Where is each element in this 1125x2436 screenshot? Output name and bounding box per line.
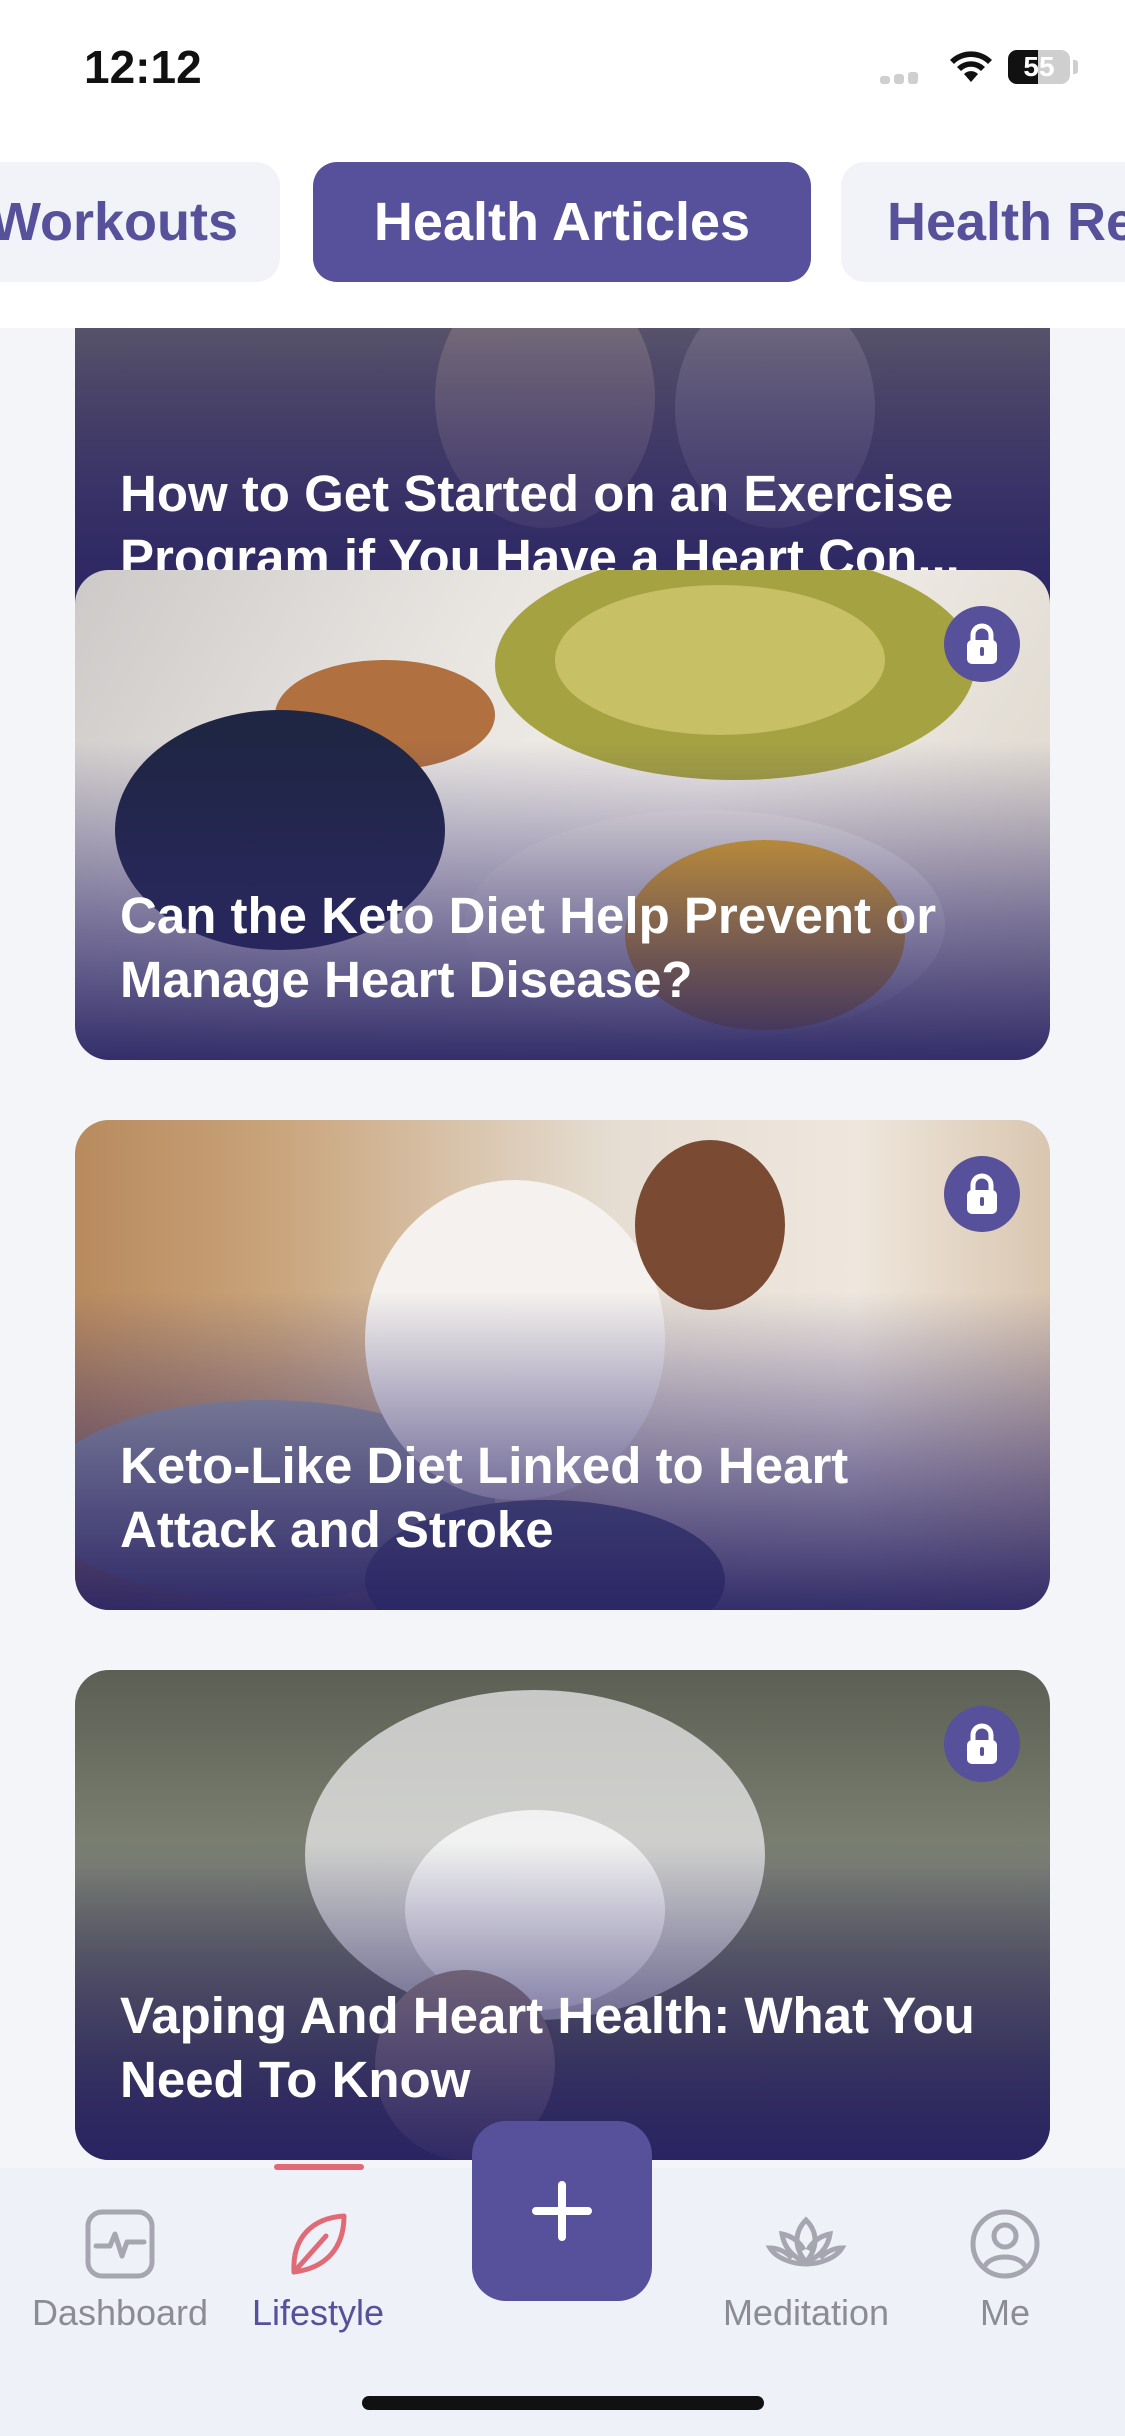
active-tab-indicator	[274, 2164, 364, 2170]
nav-label: Me	[979, 2292, 1030, 2333]
cellular-signal-icon	[880, 72, 930, 84]
lotus-icon	[765, 2216, 847, 2267]
lock-icon	[944, 606, 1020, 682]
article-feed: How to Get Started on an Exercise Progra…	[0, 328, 1125, 2168]
plus-icon	[532, 2181, 592, 2241]
lock-icon	[944, 1156, 1020, 1232]
article-card[interactable]: Can the Keto Diet Help Prevent or Manage…	[75, 570, 1050, 1060]
nav-lifestyle[interactable]: Lifestyle	[218, 2208, 418, 2334]
home-indicator[interactable]	[362, 2396, 764, 2410]
article-title: Keto-Like Diet Linked to Heart Attack an…	[120, 1437, 849, 1558]
article-card[interactable]: Vaping And Heart Health: What You Need T…	[75, 1670, 1050, 2160]
tab-workouts[interactable]: Workouts	[0, 162, 280, 282]
nav-meditation[interactable]: Meditation	[706, 2208, 906, 2334]
lock-icon	[944, 1706, 1020, 1782]
user-icon	[970, 2209, 1040, 2279]
article-card[interactable]: Keto-Like Diet Linked to Heart Attack an…	[75, 1120, 1050, 1610]
nav-me[interactable]: Me	[905, 2208, 1105, 2334]
category-tabs: Workouts Health Articles Health Re	[0, 140, 1125, 328]
status-time: 12:12	[84, 41, 202, 93]
wifi-icon	[950, 51, 992, 82]
pulse-icon	[85, 2209, 155, 2279]
status-bar: 12:12 55	[0, 0, 1125, 140]
nav-label: Meditation	[722, 2292, 890, 2333]
tab-health-records[interactable]: Health Re	[841, 162, 1125, 282]
nav-dashboard[interactable]: Dashboard	[20, 2208, 220, 2334]
battery-icon: 55	[1008, 50, 1070, 84]
article-title: Can the Keto Diet Help Prevent or Manage…	[120, 887, 937, 1008]
nav-label: Lifestyle	[251, 2292, 385, 2333]
tab-health-articles[interactable]: Health Articles	[313, 162, 811, 282]
leaf-icon	[291, 2213, 347, 2275]
article-title: Vaping And Heart Health: What You Need T…	[120, 1987, 975, 2108]
add-button[interactable]	[472, 2121, 652, 2301]
nav-label: Dashboard	[31, 2292, 209, 2333]
battery-tip	[1073, 60, 1078, 74]
battery-level: 55	[1023, 51, 1055, 82]
